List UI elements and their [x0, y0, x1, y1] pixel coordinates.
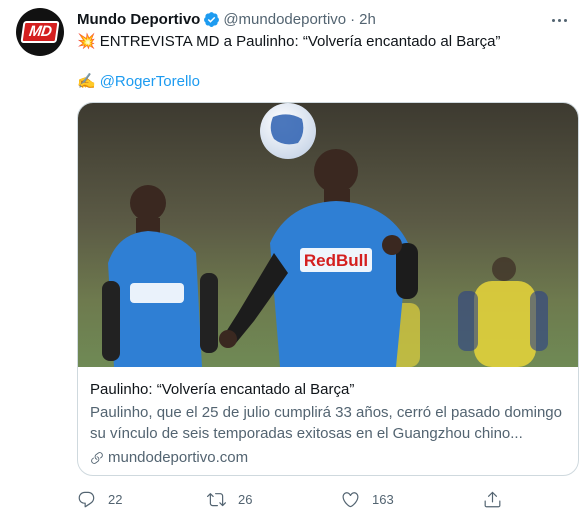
link-icon [91, 452, 103, 464]
author-handle[interactable]: @mundodeportivo [223, 11, 346, 28]
like-button[interactable]: 163 [341, 488, 394, 510]
tweet-timestamp[interactable]: 2h [359, 11, 376, 28]
tweet-header: Mundo Deportivo @mundodeportivo · 2h [77, 8, 376, 30]
share-icon [484, 491, 501, 507]
card-domain-text: mundodeportivo.com [108, 449, 249, 466]
reply-button[interactable]: 22 [77, 488, 122, 510]
reply-count: 22 [108, 491, 123, 507]
avatar-logo: MD [20, 21, 60, 43]
retweet-icon [207, 492, 226, 506]
retweet-count: 26 [238, 491, 253, 507]
like-count: 163 [372, 491, 394, 507]
avatar[interactable]: MD [16, 8, 64, 56]
mention-link[interactable]: @RogerTorello [100, 73, 200, 90]
tweet-actions: 22 26 163 [77, 488, 517, 510]
tweet-text-content: ENTREVISTA MD a Paulinho: “Volvería enca… [99, 33, 501, 50]
card-title[interactable]: Paulinho: “Volvería encantado al Barça” [90, 380, 568, 400]
tweet-byline: ✍️ @RogerTorello [77, 72, 200, 92]
separator-dot: · [350, 10, 356, 28]
verified-badge-icon [204, 11, 220, 27]
jersey-text: RedBull [304, 251, 368, 270]
card-body[interactable]: Paulinho: “Volvería encantado al Barça” … [78, 368, 578, 475]
reply-icon [78, 491, 95, 507]
card-image[interactable]: RedBull [78, 103, 578, 367]
writing-hand-emoji: ✍️ [77, 73, 96, 90]
like-icon [342, 491, 359, 507]
retweet-button[interactable]: 26 [207, 488, 252, 510]
collision-emoji: 💥 [77, 33, 96, 50]
link-card[interactable]: RedBull Paulinho: “Volvería encantado al… [77, 102, 579, 476]
share-button[interactable] [483, 488, 514, 510]
card-domain[interactable]: mundodeportivo.com [90, 448, 568, 468]
author-name[interactable]: Mundo Deportivo [77, 11, 200, 28]
tweet-text: 💥 ENTREVISTA MD a Paulinho: “Volvería enc… [77, 32, 500, 52]
card-description: Paulinho, que el 25 de julio cumplirá 33… [90, 404, 562, 442]
more-icon[interactable] [549, 10, 569, 30]
